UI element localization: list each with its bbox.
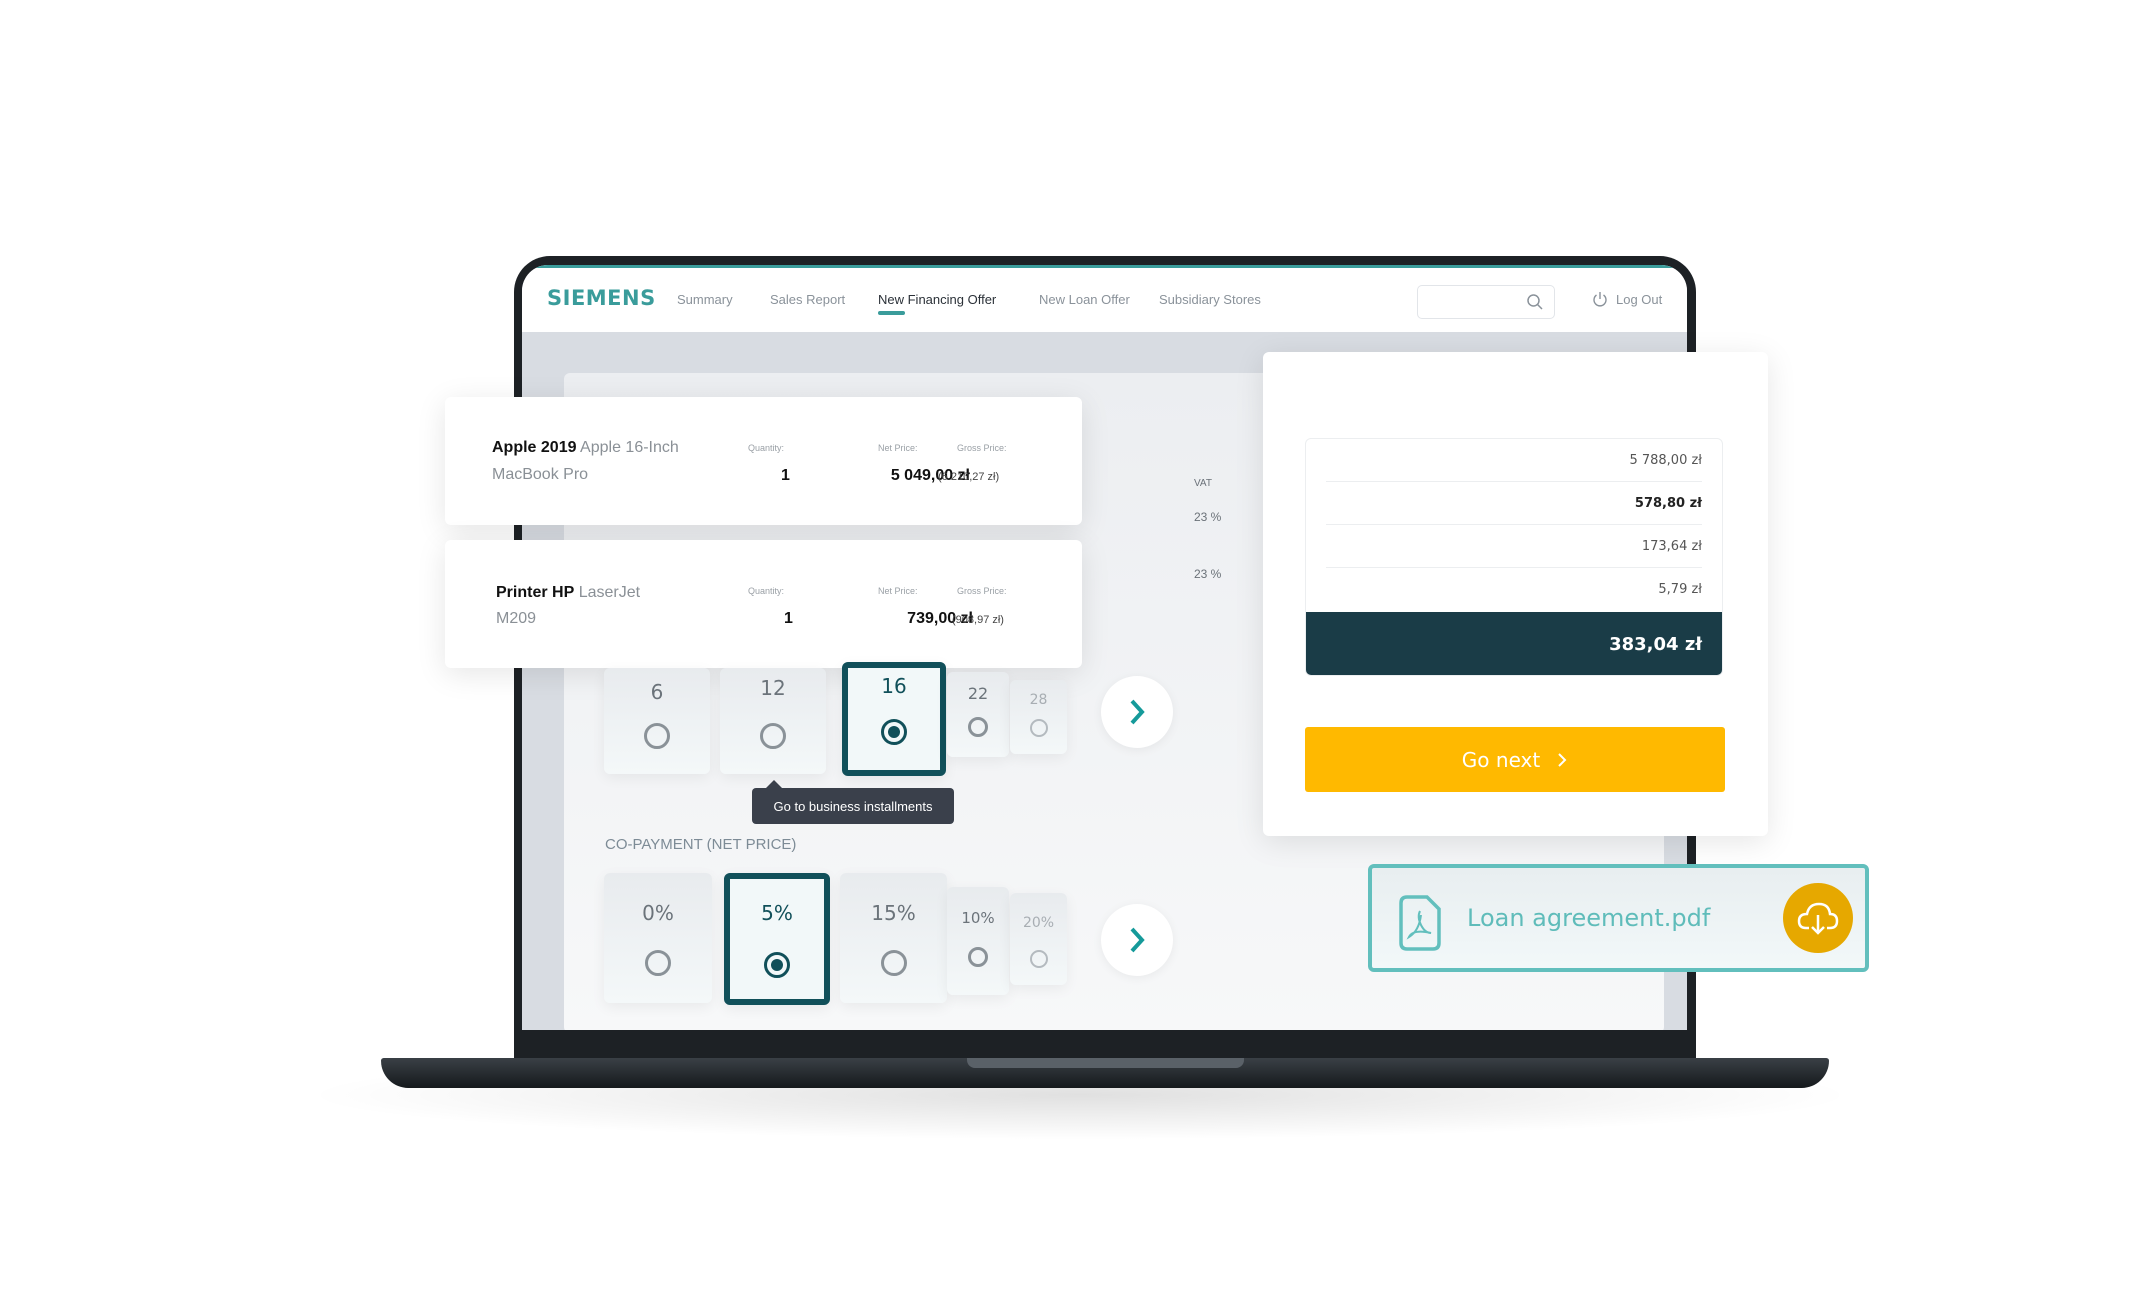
installment-option-6[interactable]: 6: [604, 668, 710, 774]
nav-new-financing-offer[interactable]: New Financing Offer: [878, 292, 996, 307]
net-price-label: Net Price:: [878, 443, 918, 453]
vat-header: VAT: [1194, 478, 1212, 489]
nav-new-loan-offer[interactable]: New Loan Offer: [1039, 292, 1130, 307]
chevron-right-icon: [1130, 927, 1145, 953]
gross-price-label: Gross Price:: [957, 586, 1007, 596]
copayment-option-15[interactable]: 15%: [840, 873, 947, 1003]
gross-price-label: Gross Price:: [957, 443, 1007, 453]
quantity-label: Quantity:: [748, 586, 785, 596]
vat-value: 23 %: [1194, 510, 1222, 524]
gross-price-value: (908,97 zł): [952, 614, 1004, 626]
product-title: Apple 2019 Apple 16-Inch: [492, 439, 679, 456]
summary-row: 5 788,00 zł: [1326, 439, 1702, 482]
quantity-label: Quantity:: [748, 443, 785, 453]
summary-row: 173,64 zł: [1326, 525, 1702, 568]
installment-option-22[interactable]: 22: [947, 672, 1009, 757]
copayment-option-0[interactable]: 0%: [604, 873, 712, 1003]
product-subtitle: M209: [496, 610, 537, 627]
installment-option-12[interactable]: 12: [720, 668, 826, 774]
download-button[interactable]: [1783, 883, 1853, 953]
go-next-button[interactable]: Go next: [1305, 727, 1725, 792]
pdf-download-card[interactable]: Loan agreement.pdf: [1368, 864, 1869, 972]
copayment-option-5[interactable]: 5%: [724, 873, 830, 1005]
copayment-label: CO-PAYMENT (NET PRICE): [605, 836, 797, 853]
laptop-notch: [967, 1058, 1244, 1068]
nav-sales-report[interactable]: Sales Report: [770, 292, 845, 307]
siemens-logo: SIEMENS: [547, 286, 656, 310]
product-card: Printer HP LaserJet M209 Quantity: 1 Net…: [445, 540, 1082, 668]
gross-price-value: (6 210,27 zł): [938, 471, 1000, 483]
quantity-value: 1: [784, 610, 793, 627]
search-input[interactable]: [1417, 285, 1555, 319]
chevron-right-icon: [1130, 699, 1145, 725]
cloud-download-icon: [1797, 902, 1839, 935]
product-subtitle: MacBook Pro: [492, 466, 589, 483]
tooltip: Go to business installments: [752, 780, 954, 824]
go-next-label: Go next: [1461, 747, 1541, 772]
summary-total: 383,04 zł: [1306, 612, 1722, 675]
search-icon: [1527, 294, 1543, 310]
quantity-value: 1: [781, 467, 790, 484]
top-navbar: SIEMENS Summary Sales Report New Financi…: [522, 265, 1687, 332]
product-title: Printer HP LaserJet: [496, 584, 641, 601]
chevron-right-icon: [1558, 752, 1567, 767]
copayment-option-10[interactable]: 10%: [947, 887, 1009, 995]
installments-next-button[interactable]: [1101, 676, 1173, 748]
summary-table: 5 788,00 zł 578,80 zł 173,64 zł 5,79 zł …: [1305, 438, 1723, 676]
logout-button[interactable]: Log Out: [1592, 290, 1662, 308]
installment-option-28[interactable]: 28: [1010, 680, 1067, 754]
summary-row: 5,79 zł: [1658, 582, 1702, 597]
power-icon: [1593, 292, 1607, 307]
nav-subsidiary-stores[interactable]: Subsidiary Stores: [1159, 292, 1261, 307]
installment-option-16[interactable]: 16: [842, 662, 946, 776]
pdf-file-icon: [1399, 895, 1441, 951]
nav-summary[interactable]: Summary: [677, 292, 733, 307]
active-tab-indicator: [878, 311, 905, 315]
pdf-filename: Loan agreement.pdf: [1467, 904, 1711, 932]
copayment-option-20[interactable]: 20%: [1010, 893, 1067, 985]
logout-label: Log Out: [1616, 291, 1663, 307]
vat-value: 23 %: [1194, 567, 1222, 581]
copayment-next-button[interactable]: [1101, 904, 1173, 976]
net-price-label: Net Price:: [878, 586, 918, 596]
product-card: Apple 2019 Apple 16-Inch MacBook Pro Qua…: [445, 397, 1082, 525]
summary-row: 578,80 zł: [1326, 482, 1702, 525]
